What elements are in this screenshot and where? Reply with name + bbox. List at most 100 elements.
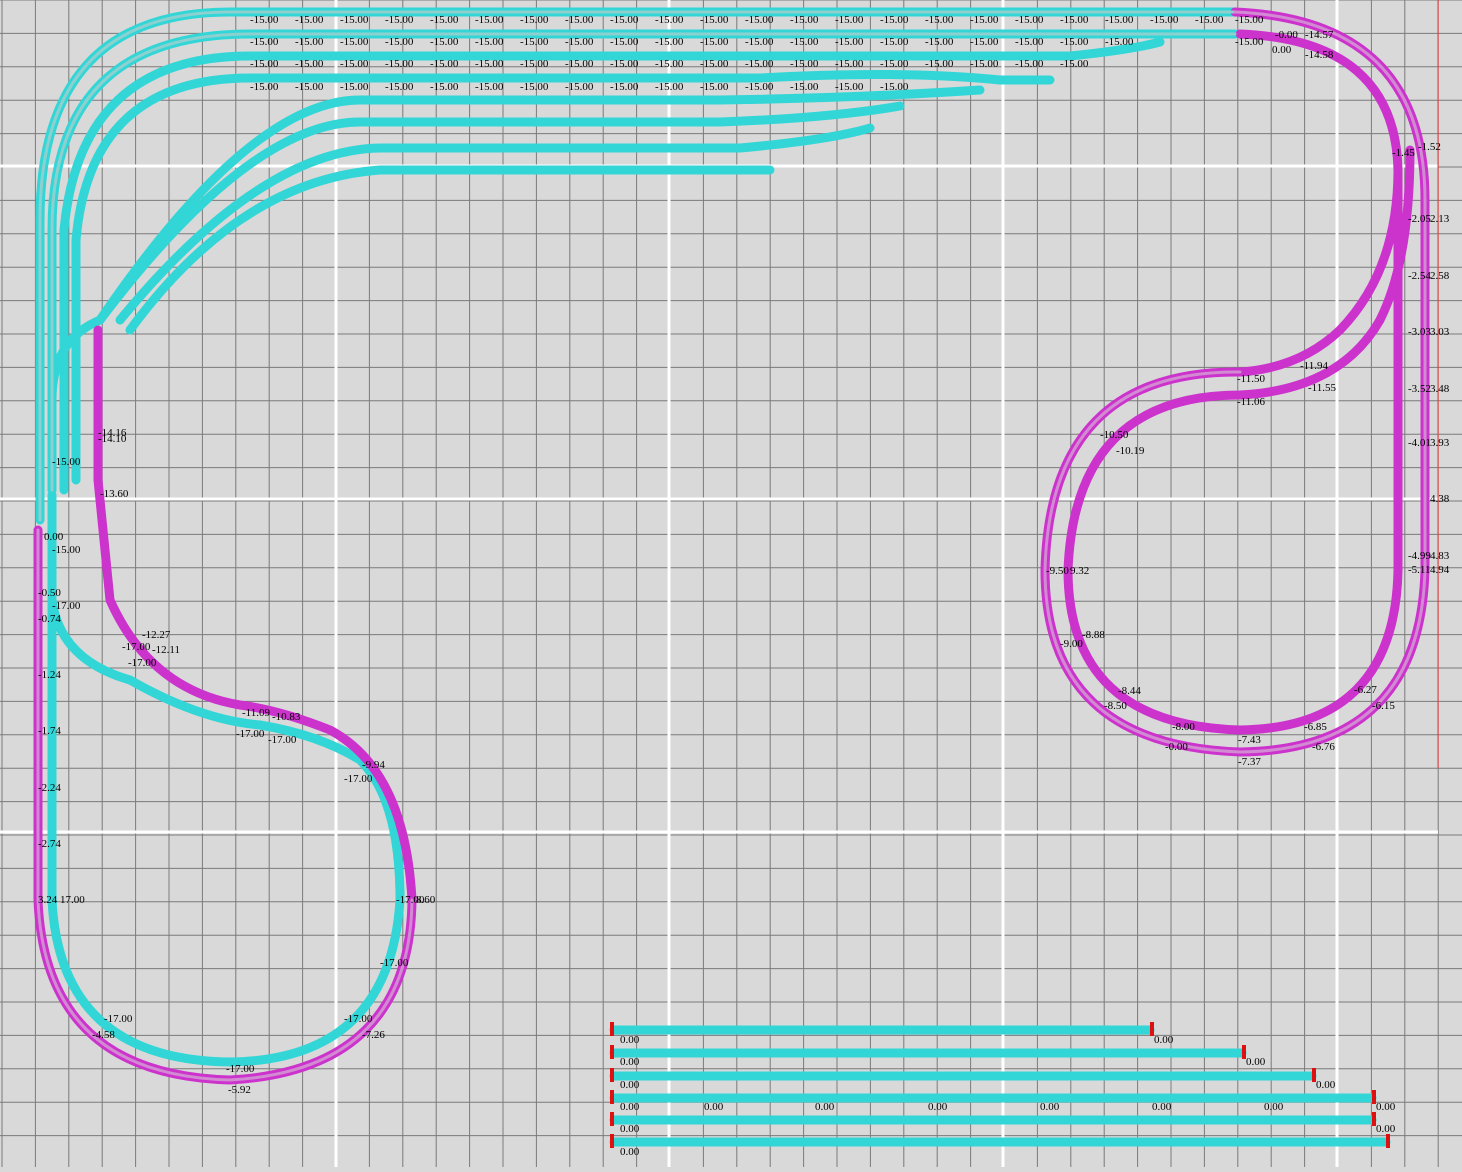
elevation-label: -15.00 bbox=[565, 14, 594, 26]
elevation-label: -17.00 bbox=[104, 1013, 133, 1025]
left-column-grade[interactable] bbox=[33, 325, 417, 1085]
elevation-label: -11.55 bbox=[1308, 382, 1337, 394]
elevation-label: -15.00 bbox=[340, 36, 369, 48]
elevation-label: 3.03 bbox=[1430, 326, 1450, 338]
elevation-label: -11.50 bbox=[1237, 373, 1266, 385]
elevation-label: -0.00 bbox=[1275, 29, 1298, 41]
elevation-label: -14.58 bbox=[1305, 49, 1334, 61]
elevation-label: -8.44 bbox=[1118, 685, 1141, 697]
elevation-label: -15.00 bbox=[835, 58, 864, 70]
elevation-label: -15.00 bbox=[520, 58, 549, 70]
endstop-marker bbox=[610, 1045, 614, 1059]
level-tracks[interactable] bbox=[35, 7, 1391, 1147]
elevation-label: -10.83 bbox=[272, 711, 301, 723]
elevation-label: -15.00 bbox=[385, 14, 414, 26]
elevation-label: -13.60 bbox=[100, 488, 129, 500]
track-segment[interactable] bbox=[125, 165, 775, 335]
endstop-marker bbox=[1386, 1134, 1390, 1148]
elevation-label: 17.00 bbox=[60, 894, 85, 906]
elevation-label: 0.00 bbox=[1154, 1034, 1174, 1046]
elevation-label: -14.10 bbox=[98, 433, 127, 445]
elevation-label: -0.50 bbox=[38, 587, 61, 599]
elevation-label: -15.00 bbox=[340, 14, 369, 26]
elevation-label: -15.00 bbox=[295, 58, 324, 70]
elevation-label: -15.00 bbox=[1235, 36, 1264, 48]
elevation-label: -15.00 bbox=[880, 58, 909, 70]
elevation-label: 0.00 bbox=[815, 1101, 835, 1113]
elevation-label: 3.24 bbox=[38, 894, 58, 906]
elevation-label: -15.00 bbox=[1060, 58, 1089, 70]
elevation-label: -15.00 bbox=[835, 36, 864, 48]
elevation-label: 9.32 bbox=[1070, 565, 1089, 577]
elevation-label: -6.85 bbox=[1304, 721, 1327, 733]
elevation-label: 0.00 bbox=[620, 1079, 640, 1091]
elevation-label: -15.00 bbox=[385, 58, 414, 70]
elevation-label: -15.00 bbox=[610, 58, 639, 70]
elevation-label: -15.00 bbox=[340, 81, 369, 93]
elevation-label: 0.00 bbox=[1272, 44, 1292, 56]
elevation-label: -15.00 bbox=[880, 81, 909, 93]
elevation-label: -15.00 bbox=[970, 58, 999, 70]
elevation-label: -5.11 bbox=[1408, 564, 1431, 576]
elevation-label: -5.92 bbox=[228, 1084, 251, 1096]
elevation-label: -15.00 bbox=[250, 58, 279, 70]
elevation-label: 0.00 bbox=[704, 1101, 724, 1113]
elevation-label: -17.00 bbox=[344, 1013, 373, 1025]
elevation-label: -6.15 bbox=[1372, 700, 1395, 712]
elevation-label: -14.57 bbox=[1305, 29, 1334, 41]
elevation-label: -15.00 bbox=[610, 14, 639, 26]
elevation-label: 0.00 bbox=[620, 1146, 640, 1158]
elevation-label: -7.26 bbox=[362, 1029, 385, 1041]
centerline bbox=[1043, 10, 1427, 754]
elevation-label: -10.50 bbox=[1100, 429, 1129, 441]
elevation-label: -3.52 bbox=[1408, 383, 1431, 395]
elevation-label: -15.00 bbox=[385, 36, 414, 48]
elevation-label: -15.00 bbox=[565, 36, 594, 48]
elevation-label: -15.00 bbox=[1105, 36, 1134, 48]
elevation-label: -6.76 bbox=[1312, 741, 1335, 753]
track-segment[interactable] bbox=[59, 37, 1165, 495]
elevation-label: -15.00 bbox=[835, 81, 864, 93]
elevation-label: -17.00 bbox=[380, 957, 409, 969]
elevation-label: -12.11 bbox=[152, 644, 180, 656]
elevation-label: -11.09 bbox=[242, 707, 271, 719]
elevation-label: 0.00 bbox=[1040, 1101, 1060, 1113]
elevation-label: -6.27 bbox=[1354, 684, 1377, 696]
elevation-label: -15.00 bbox=[52, 544, 81, 556]
elevation-label: -15.00 bbox=[745, 36, 774, 48]
elevation-label: -15.00 bbox=[475, 81, 504, 93]
elevation-label: -15.00 bbox=[700, 58, 729, 70]
elevation-label: -15.00 bbox=[880, 36, 909, 48]
elevation-label: -15.00 bbox=[655, 14, 684, 26]
elevation-label: -1.24 bbox=[38, 669, 61, 681]
elevation-label: 0.00 bbox=[620, 1034, 640, 1046]
yard-sidings[interactable] bbox=[609, 1025, 1391, 1147]
elevation-label: 0.00 bbox=[1376, 1123, 1396, 1135]
elevation-label: -0.74 bbox=[38, 613, 61, 625]
elevation-label: -15.00 bbox=[430, 81, 459, 93]
elevation-label: -15.00 bbox=[1015, 58, 1044, 70]
elevation-label: -15.00 bbox=[520, 14, 549, 26]
elevation-label: -17.00 bbox=[128, 657, 157, 669]
elevation-label: -15.00 bbox=[790, 58, 819, 70]
elevation-label: 0.00 bbox=[1264, 1101, 1284, 1113]
elevation-label: -2.24 bbox=[38, 782, 61, 794]
elevation-label: -17.00 bbox=[122, 641, 151, 653]
right-helix-outer[interactable] bbox=[1040, 7, 1430, 757]
elevation-label: -3.03 bbox=[1408, 326, 1431, 338]
elevation-label: -15.00 bbox=[700, 81, 729, 93]
elevation-label: -15.00 bbox=[1195, 14, 1224, 26]
elevation-label: 0.00 bbox=[620, 1101, 640, 1113]
elevation-label: -9.50 bbox=[1046, 565, 1069, 577]
elevation-label: -15.00 bbox=[925, 58, 954, 70]
track-plan-canvas[interactable]: -15.00 -15.00 -15.00 -15.00 -15.00 -15.00 -15.… bbox=[0, 0, 1462, 1167]
elevation-label: -8.50 bbox=[1104, 700, 1127, 712]
elevation-label: -15.00 bbox=[52, 456, 81, 468]
elevation-label: -7.43 bbox=[1238, 734, 1261, 746]
elevation-label: -15.00 bbox=[295, 81, 324, 93]
elevation-label: -2.74 bbox=[38, 838, 61, 850]
elevation-label: -15.00 bbox=[565, 58, 594, 70]
centerline bbox=[36, 528, 414, 1082]
elevation-label: -17.00 bbox=[344, 773, 373, 785]
elevation-label: -15.00 bbox=[655, 58, 684, 70]
